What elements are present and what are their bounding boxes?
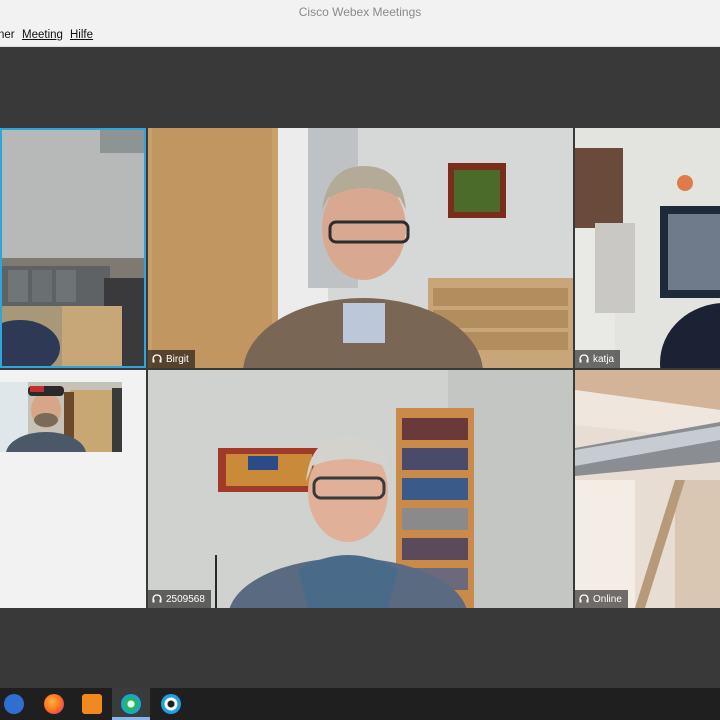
taskbar — [0, 688, 720, 720]
video-feed — [148, 370, 573, 608]
menu-bar: ner Meeting Hilfe — [0, 25, 720, 47]
headset-icon — [152, 354, 162, 363]
video-tile-2509568[interactable]: 2509568 — [148, 370, 573, 608]
title-bar: Cisco Webex Meetings — [0, 0, 720, 25]
video-feed — [148, 128, 573, 368]
video-tile-active-speaker[interactable] — [0, 128, 146, 368]
headset-icon — [152, 594, 162, 603]
self-view-thumbnail[interactable] — [0, 382, 122, 452]
participant-name: katja — [593, 353, 615, 365]
video-tile-online[interactable]: Online — [575, 370, 720, 608]
menu-item-partial[interactable]: ner — [0, 29, 15, 41]
video-feed — [575, 128, 720, 368]
menu-item-meeting[interactable]: Meeting — [22, 29, 63, 41]
window-title: Cisco Webex Meetings — [298, 5, 422, 19]
name-tag-birgit: Birgit — [148, 350, 195, 368]
menu-item-hilfe[interactable]: Hilfe — [70, 29, 93, 41]
video-feed — [0, 382, 122, 452]
video-feed — [0, 128, 146, 368]
headset-icon — [579, 354, 589, 363]
participant-name: Online — [593, 593, 622, 605]
name-tag-2509568: 2509568 — [148, 590, 211, 608]
participant-name: Birgit — [166, 353, 189, 365]
name-tag-online: Online — [575, 590, 628, 608]
webex-meetings-icon[interactable] — [161, 694, 181, 714]
firefox-icon[interactable] — [44, 694, 64, 714]
video-tile-katja[interactable]: katja — [575, 128, 720, 368]
office-icon[interactable] — [82, 694, 102, 714]
name-tag-katja: katja — [575, 350, 621, 368]
headset-icon — [579, 594, 589, 603]
video-feed — [575, 370, 720, 608]
video-tile-birgit[interactable]: Birgit — [148, 128, 573, 368]
webex-app-icon[interactable] — [4, 694, 24, 714]
webex-active-icon[interactable] — [121, 694, 141, 714]
participant-name: 2509568 — [166, 593, 205, 605]
